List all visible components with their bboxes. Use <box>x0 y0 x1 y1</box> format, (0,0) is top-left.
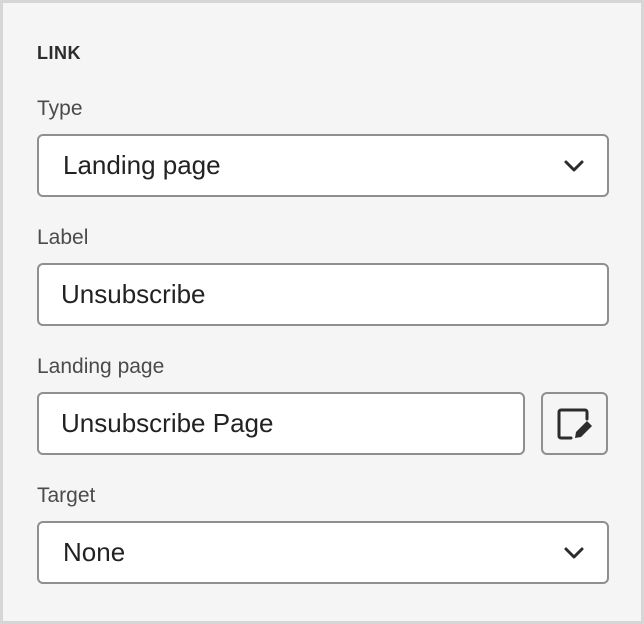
label-label: Label <box>37 226 89 249</box>
target-select-value: None <box>63 537 126 567</box>
label-input-value: Unsubscribe <box>61 279 206 309</box>
link-settings-panel: LINK Type Landing page Label Unsubscribe… <box>0 0 644 624</box>
edit-landing-page-button[interactable] <box>541 392 608 455</box>
type-select[interactable]: Landing page <box>37 134 609 197</box>
label-input[interactable]: Unsubscribe <box>37 263 609 326</box>
type-label: Type <box>37 97 83 120</box>
landing-page-label: Landing page <box>37 355 165 378</box>
type-select-value: Landing page <box>63 150 221 180</box>
edit-icon <box>557 408 592 439</box>
landing-page-input[interactable]: Unsubscribe Page <box>37 392 525 455</box>
landing-page-input-value: Unsubscribe Page <box>61 408 274 438</box>
chevron-down-icon <box>564 160 584 171</box>
target-label: Target <box>37 484 96 507</box>
target-select[interactable]: None <box>37 521 609 584</box>
section-title: LINK <box>37 43 81 63</box>
chevron-down-icon <box>564 547 584 558</box>
